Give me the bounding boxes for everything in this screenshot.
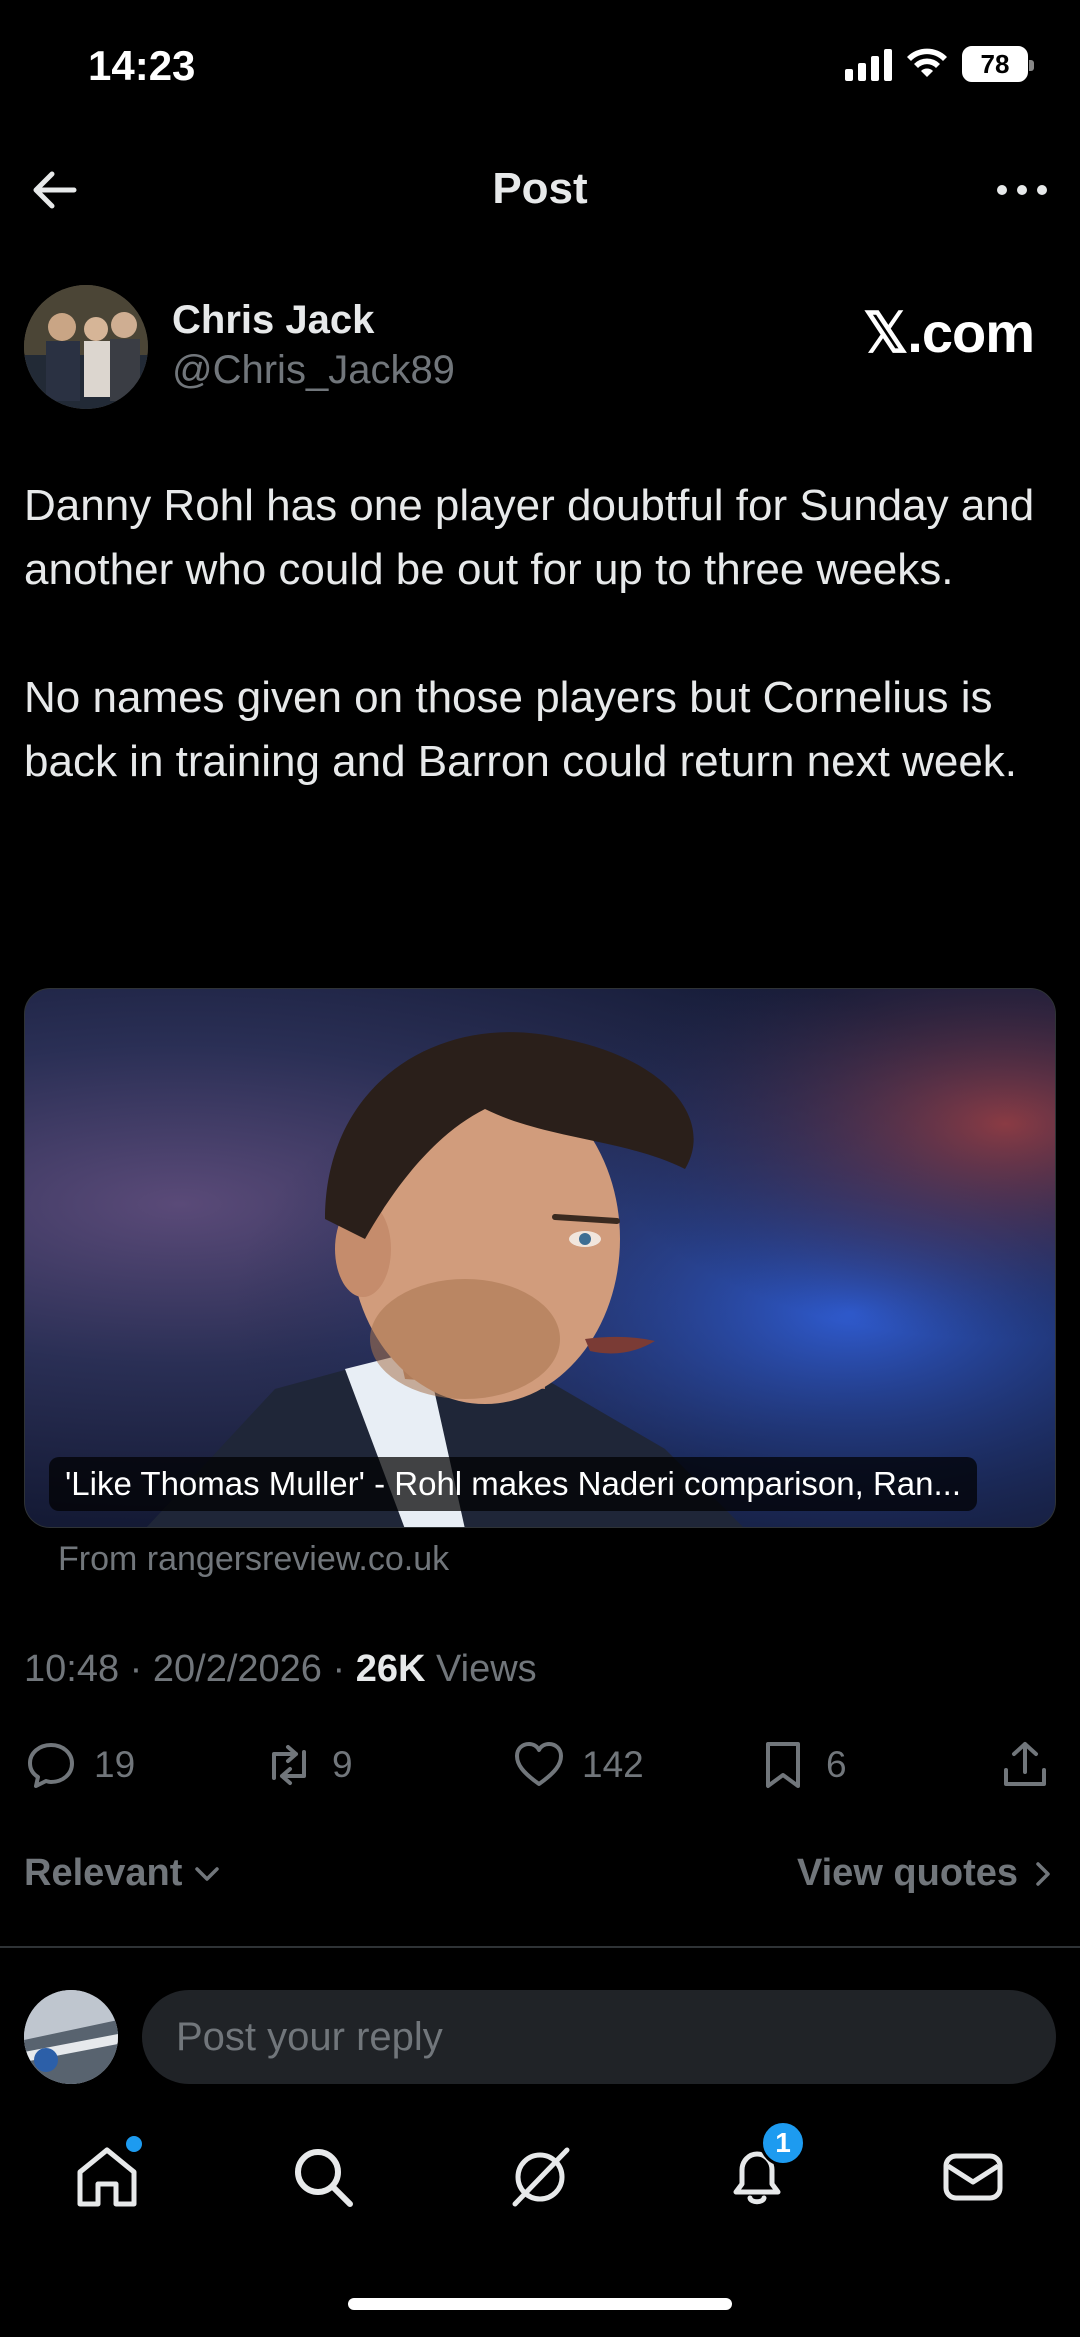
notification-badge: 1 (760, 2120, 806, 2166)
search-icon (295, 2149, 353, 2207)
divider (0, 1946, 1080, 1948)
avatar-photo (24, 285, 148, 409)
tab-search[interactable] (288, 2142, 358, 2212)
link-card[interactable]: 'Like Thomas Muller' - Rohl makes Naderi… (24, 988, 1056, 1528)
like-count: 142 (582, 1744, 644, 1785)
tab-home[interactable] (72, 2136, 142, 2212)
status-bar: 14:23 78 (0, 0, 1080, 120)
page-title: Post (492, 164, 588, 213)
share-button[interactable] (998, 1738, 1052, 1792)
user-avatar[interactable] (24, 1990, 118, 2084)
action-bar: 19 9 142 6 (0, 1738, 1080, 1798)
view-quotes-link[interactable]: View quotes (797, 1852, 1056, 1895)
reply-button[interactable]: 19 (24, 1738, 135, 1792)
tab-notifications[interactable]: 1 (722, 2120, 806, 2212)
heart-icon (515, 1742, 563, 1786)
share-icon (1004, 1742, 1046, 1786)
reply-placeholder: Post your reply (176, 2014, 443, 2059)
repost-button[interactable]: 9 (262, 1738, 353, 1792)
tab-grok[interactable] (505, 2142, 575, 2212)
card-source[interactable]: From rangersreview.co.uk (58, 1540, 449, 1579)
repost-icon (272, 1745, 306, 1785)
reply-filters: Relevant View quotes (0, 1852, 1080, 1908)
status-time: 14:23 (88, 42, 196, 89)
bookmark-count: 6 (826, 1744, 847, 1785)
tab-messages[interactable] (938, 2142, 1008, 2212)
views-count: 26K (355, 1648, 426, 1690)
user-avatar-photo (24, 1990, 118, 2084)
home-icon (77, 2147, 137, 2207)
post-paragraph: No names given on those players but Corn… (24, 673, 1018, 786)
top-nav: Post (0, 140, 1080, 240)
view-quotes-label: View quotes (796, 1852, 1018, 1894)
bookmark-icon (766, 1742, 800, 1788)
author-name[interactable]: Chris Jack (172, 298, 374, 343)
meta-separator: · (332, 1648, 346, 1690)
repost-count: 9 (332, 1744, 353, 1785)
views-label: Views (436, 1648, 537, 1690)
x-com-logo: 𝕏.com (863, 301, 1035, 364)
author-handle[interactable]: @Chris_Jack89 (172, 348, 455, 393)
relevance-label: Relevant (24, 1852, 183, 1894)
reply-count: 19 (94, 1744, 136, 1785)
grok-icon (512, 2147, 570, 2207)
wifi-icon (907, 48, 947, 77)
bottom-nav: 1 (0, 2120, 1080, 2220)
relevance-dropdown[interactable]: Relevant (24, 1852, 224, 1895)
status-icons: 78 (845, 46, 1034, 82)
card-image (25, 989, 1055, 1527)
post-paragraph: Danny Rohl has one player doubtful for S… (24, 481, 1035, 594)
meta-separator: · (129, 1648, 143, 1690)
post-time: 10:48 (24, 1648, 120, 1690)
home-indicator (348, 2298, 732, 2310)
post-text: Danny Rohl has one player doubtful for S… (24, 474, 1054, 858)
card-caption: 'Like Thomas Muller' - Rohl makes Naderi… (49, 1457, 977, 1511)
reply-input[interactable]: Post your reply (142, 1990, 1056, 2084)
signal-icon (845, 47, 892, 81)
home-unread-dot (126, 2136, 142, 2152)
more-options-icon[interactable] (990, 162, 1054, 218)
chevron-right-icon (1036, 1861, 1050, 1886)
chevron-down-icon (195, 1866, 220, 1881)
bookmark-button[interactable]: 6 (756, 1738, 847, 1792)
reply-icon (28, 1743, 74, 1788)
author-avatar[interactable] (24, 285, 148, 409)
battery-icon: 78 (962, 46, 1034, 82)
post-meta: 10:48 · 20/2/2026 · 26K Views (24, 1648, 537, 1691)
post-date: 20/2/2026 (152, 1648, 322, 1690)
mail-icon (943, 2153, 1003, 2201)
like-button[interactable]: 142 (512, 1738, 644, 1792)
